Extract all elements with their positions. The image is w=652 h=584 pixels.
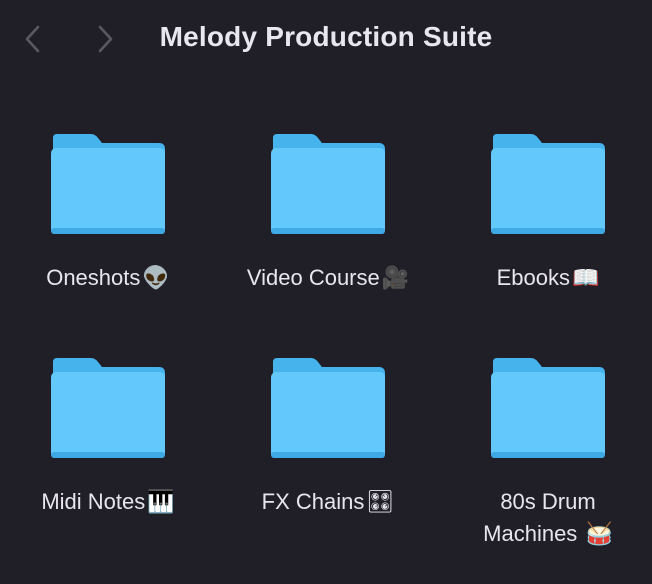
folder-label: 80s Drum Machines 🥁 [483,489,613,547]
folder-item-video-course[interactable]: Video Course🎥 [223,134,433,295]
folder-label: Video Course🎥 [246,265,410,291]
alien-emoji-icon: 👽 [142,266,170,291]
folder-icon [51,134,165,234]
folder-icon [491,358,605,458]
folder-label: Midi Notes🎹 [41,489,175,515]
folder-item-midi-notes[interactable]: Midi Notes🎹 [3,358,213,519]
folder-label: FX Chains🎛 [261,489,395,515]
folder-item-80s-drum-machines[interactable]: 80s Drum Machines 🥁 [443,358,652,551]
folder-item-fx-chains[interactable]: FX Chains🎛 [223,358,433,519]
folder-icon [271,134,385,234]
drum-emoji-icon: 🥁 [585,522,613,547]
folder-label: Oneshots👽 [46,265,170,291]
folder-item-ebooks[interactable]: Ebooks📖 [443,134,652,295]
control-knobs-emoji-icon: 🎛 [366,490,395,515]
movie-camera-emoji-icon: 🎥 [381,266,410,291]
folder-grid: Oneshots👽 Video Course🎥 Ebooks📖 Midi Not… [0,0,652,584]
finder-window: Melody Production Suite Oneshots👽 Video … [0,0,652,584]
folder-icon [271,358,385,458]
open-book-emoji-icon: 📖 [571,266,600,291]
piano-keys-emoji-icon: 🎹 [147,490,175,515]
folder-icon [51,358,165,458]
folder-item-oneshots[interactable]: Oneshots👽 [3,134,213,295]
folder-label: Ebooks📖 [496,265,600,291]
folder-icon [491,134,605,234]
